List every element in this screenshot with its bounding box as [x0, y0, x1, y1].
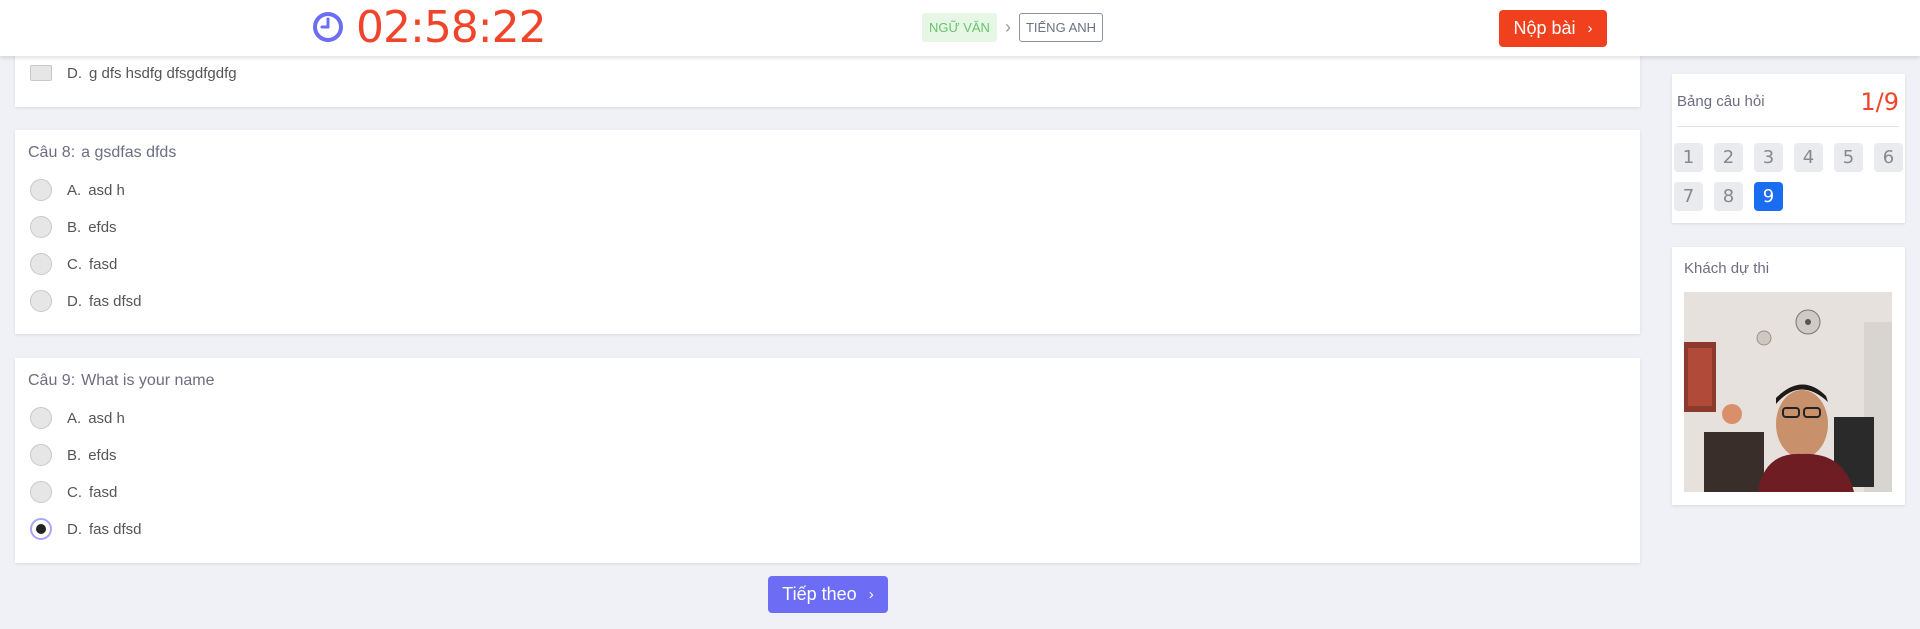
question-text: a gsdfas dfds [81, 144, 177, 161]
option-letter: C. [67, 255, 82, 273]
question-nav-button[interactable]: 7 [1674, 182, 1703, 211]
divider [1677, 126, 1899, 127]
answer-radio[interactable] [30, 216, 52, 238]
question-nav-button[interactable]: 8 [1714, 182, 1743, 211]
answer-option[interactable]: C. fasd [30, 480, 117, 504]
submit-exam-button[interactable]: Nộp bài › [1499, 10, 1607, 47]
option-text: efds [88, 218, 117, 236]
answer-radio[interactable] [30, 179, 52, 201]
question-nav-button[interactable]: 1 [1674, 143, 1703, 172]
answer-checkbox[interactable] [30, 65, 52, 81]
option-letter: A. [67, 181, 82, 199]
question-nav-button[interactable]: 4 [1794, 143, 1823, 172]
answer-radio[interactable] [30, 481, 52, 503]
question-progress: 1/9 [1860, 88, 1899, 116]
option-letter: A. [67, 409, 82, 427]
subject-next[interactable]: TIẾNG ANH [1018, 13, 1104, 42]
answer-option[interactable]: D. fas dfsd [30, 289, 142, 313]
answer-option[interactable]: B. efds [30, 215, 117, 239]
candidate-panel: Khách dự thi [1672, 247, 1905, 505]
question-card-9: Câu 9: What is your name A. asd h B. efds… [15, 358, 1640, 563]
answer-radio[interactable] [30, 407, 52, 429]
answer-option[interactable]: A. asd h [30, 406, 125, 430]
question-card-8: Câu 8: a gsdfas dfds A. asd h B. efds C. … [15, 130, 1640, 334]
question-nav-button[interactable]: 6 [1874, 143, 1903, 172]
option-text: efds [88, 446, 117, 464]
next-label: Tiếp theo [782, 584, 857, 604]
answer-radio[interactable] [30, 444, 52, 466]
next-button[interactable]: Tiếp theo › [768, 576, 888, 613]
option-text: fas dfsd [89, 292, 142, 310]
option-text: asd h [88, 409, 125, 427]
option-text: fasd [89, 255, 118, 273]
question-text: What is your name [81, 372, 215, 389]
subject-current[interactable]: NGỮ VĂN [922, 13, 997, 42]
answer-radio[interactable] [30, 290, 52, 312]
webcam-image [1684, 292, 1892, 492]
webcam-feed [1684, 292, 1892, 492]
answer-option[interactable]: C. fasd [30, 252, 117, 276]
clock-icon [313, 12, 343, 42]
question-title: Câu 8: a gsdfas dfds [28, 144, 176, 162]
answer-option[interactable]: A. asd h [30, 178, 125, 202]
chevron-right-icon: › [1004, 17, 1011, 37]
option-letter: B. [67, 446, 82, 464]
question-navigator-panel: Bảng câu hỏi 1/9 1 2 3 4 5 6 7 8 9 [1672, 74, 1905, 223]
countdown-timer: 02:58:22 [310, 1, 547, 53]
panel-title: Bảng câu hỏi [1677, 93, 1765, 110]
option-letter: D. [67, 64, 82, 82]
submit-label: Nộp bài [1513, 18, 1576, 38]
answer-option-selected[interactable]: D. fas dfsd [30, 517, 142, 541]
question-number: Câu 9: [28, 372, 76, 389]
option-letter: D. [67, 292, 82, 310]
option-text: fas dfsd [89, 520, 142, 538]
panel-title: Khách dự thi [1684, 260, 1770, 277]
question-title: Câu 9: What is your name [28, 372, 215, 390]
option-text: g dfs hsdfg dfsgdfgdfg [89, 64, 237, 82]
question-nav-button-active[interactable]: 9 [1754, 182, 1783, 211]
top-bar: 02:58:22 NGỮ VĂN › TIẾNG ANH Nộp bài › [0, 0, 1920, 56]
question-nav-button[interactable]: 5 [1834, 143, 1863, 172]
chevron-right-icon: › [1587, 20, 1593, 37]
option-letter: D. [67, 520, 82, 538]
answer-radio[interactable] [30, 253, 52, 275]
answer-option[interactable]: D. g dfs hsdfg dfsgdfgdfg [30, 61, 237, 85]
timer-text: 02:58:22 [356, 1, 547, 53]
subject-breadcrumb: NGỮ VĂN › TIẾNG ANH [922, 13, 1104, 42]
option-letter: B. [67, 218, 82, 236]
question-number: Câu 8: [28, 144, 76, 161]
answer-option[interactable]: B. efds [30, 443, 117, 467]
chevron-right-icon: › [868, 586, 874, 603]
option-text: asd h [88, 181, 125, 199]
question-nav-button[interactable]: 3 [1754, 143, 1783, 172]
option-letter: C. [67, 483, 82, 501]
answer-radio-selected[interactable] [30, 518, 52, 540]
question-nav-button[interactable]: 2 [1714, 143, 1743, 172]
option-text: fasd [89, 483, 118, 501]
